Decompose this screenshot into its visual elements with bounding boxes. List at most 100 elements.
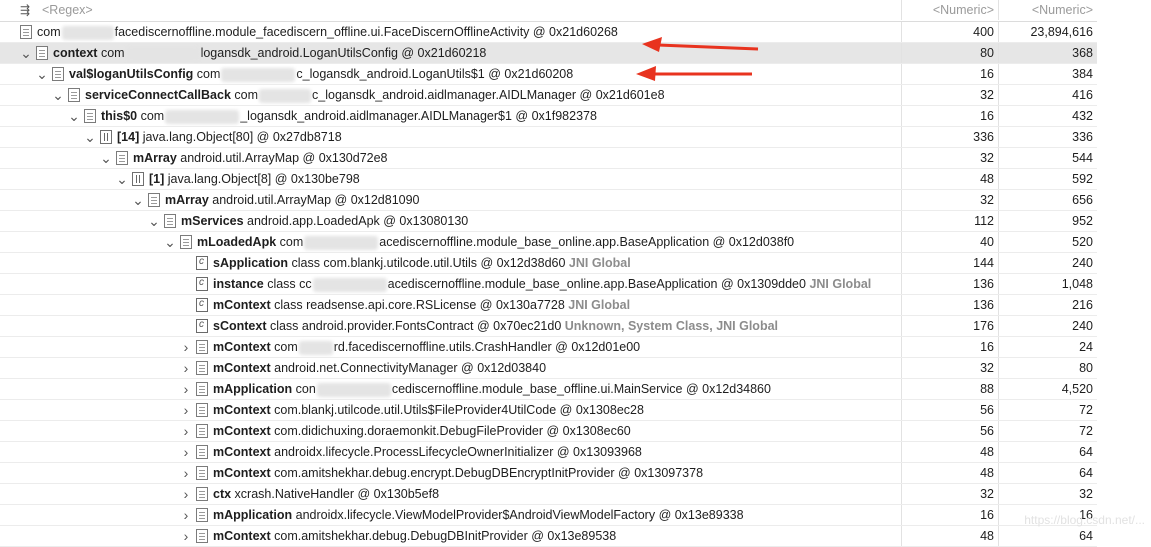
gc-root-label: JNI Global bbox=[564, 298, 631, 312]
table-row[interactable]: › ctx xcrash.NativeHandler @ 0x130b5ef8 32… bbox=[0, 484, 1097, 505]
shallow-heap-cell: 48 bbox=[901, 526, 998, 546]
expand-toggle-closed-icon[interactable]: › bbox=[180, 505, 192, 525]
shallow-heap-cell: 112 bbox=[901, 211, 998, 231]
shallow-heap-column-header[interactable]: <Numeric> bbox=[901, 0, 998, 20]
expand-toggle-closed-icon[interactable]: › bbox=[180, 442, 192, 462]
gc-root-label: JNI Global bbox=[805, 277, 872, 291]
retained-heap-column-header[interactable]: <Numeric> bbox=[998, 0, 1097, 20]
tree-cell: com facediscernoffline.module_facediscern… bbox=[0, 22, 901, 42]
object-label: instance class cc acediscernoffline.modul… bbox=[213, 274, 871, 294]
regex-filter-input[interactable]: <Regex> bbox=[42, 0, 93, 20]
tree-cell: › mContext com rd.facediscernoffline.utils… bbox=[0, 337, 901, 357]
expand-toggle-open-icon[interactable]: ⌄ bbox=[36, 64, 48, 84]
shallow-heap-cell: 32 bbox=[901, 85, 998, 105]
field-name: context bbox=[53, 46, 101, 60]
table-row[interactable]: ⌄ mLoadedApk com acediscernoffline.module_… bbox=[0, 232, 1097, 253]
table-row[interactable]: instance class cc acediscernoffline.modul… bbox=[0, 274, 1097, 295]
field-name: mContext bbox=[213, 298, 275, 312]
expand-toggle-closed-icon[interactable]: › bbox=[180, 421, 192, 441]
shallow-heap-cell: 136 bbox=[901, 295, 998, 315]
redacted-text bbox=[221, 67, 296, 82]
table-row[interactable]: ⌄ serviceConnectCallBack com c_logansdk_an… bbox=[0, 85, 1097, 106]
field-name: val$loganUtilsConfig bbox=[69, 67, 197, 81]
shallow-heap-cell: 400 bbox=[901, 22, 998, 42]
table-row[interactable]: ⌄ [14] java.lang.Object[80] @ 0x27db8718 3… bbox=[0, 127, 1097, 148]
field-name: serviceConnectCallBack bbox=[85, 88, 235, 102]
table-row[interactable]: ⌄ mArray android.util.ArrayMap @ 0x130d72… bbox=[0, 148, 1097, 169]
expand-toggle-open-icon[interactable]: ⌄ bbox=[20, 43, 32, 63]
object-type: com.didichuxing.doraemonkit.DebugFilePro… bbox=[274, 424, 631, 438]
expand-toggle-open-icon[interactable]: ⌄ bbox=[52, 85, 64, 105]
table-row[interactable]: ⌄ val$loganUtilsConfig com c_logansdk_andr… bbox=[0, 64, 1097, 85]
field-name: mArray bbox=[165, 193, 213, 207]
expand-toggle-open-icon[interactable]: ⌄ bbox=[148, 211, 160, 231]
table-row[interactable]: › mContext com.amitshekhar.debug.encrypt.… bbox=[0, 463, 1097, 484]
table-row[interactable]: sContext class android.provider.FontsCon… bbox=[0, 316, 1097, 337]
object-type: com bbox=[37, 25, 61, 39]
expand-toggle-open-icon[interactable]: ⌄ bbox=[116, 169, 128, 189]
retained-heap-cell: 72 bbox=[998, 400, 1097, 420]
tree-cell: ⌄ mArray android.util.ArrayMap @ 0x130d72… bbox=[0, 148, 901, 168]
object-type: xcrash.NativeHandler @ 0x130b5ef8 bbox=[234, 487, 440, 501]
object-type-suffix: rd.facediscernoffline.utils.CrashHandler… bbox=[333, 340, 641, 354]
table-row[interactable]: › mContext com rd.facediscernoffline.utils… bbox=[0, 337, 1097, 358]
tree-cell: ⌄ mLoadedApk com acediscernoffline.module_… bbox=[0, 232, 901, 252]
table-row[interactable]: ⌄ this$0 com _logansdk_android.aidlmanager… bbox=[0, 106, 1097, 127]
expand-toggle-closed-icon[interactable]: › bbox=[180, 358, 192, 378]
expand-toggle-open-icon[interactable]: ⌄ bbox=[68, 106, 80, 126]
object-type: android.net.ConnectivityManager @ 0x12d0… bbox=[274, 361, 547, 375]
shallow-heap-cell: 80 bbox=[901, 43, 998, 63]
expand-toggle-open-icon[interactable]: ⌄ bbox=[84, 127, 96, 147]
instance-object-icon bbox=[164, 214, 176, 228]
object-type-suffix: acediscernoffline.module_base_online.app… bbox=[379, 235, 795, 249]
table-row[interactable]: › mContext com.blankj.utilcode.util.Utils… bbox=[0, 400, 1097, 421]
instance-object-icon bbox=[196, 361, 208, 375]
object-type: com bbox=[234, 88, 259, 102]
table-row[interactable]: › mApplication androidx.lifecycle.ViewMod… bbox=[0, 505, 1097, 526]
table-row[interactable]: ⌄ mServices android.app.LoadedApk @ 0x130… bbox=[0, 211, 1097, 232]
table-row[interactable]: › mContext androidx.lifecycle.ProcessLife… bbox=[0, 442, 1097, 463]
tree-cell: › mContext android.net.ConnectivityManage… bbox=[0, 358, 901, 378]
expand-toggle-open-icon[interactable]: ⌄ bbox=[164, 232, 176, 252]
object-type: com bbox=[100, 46, 125, 60]
table-row[interactable]: ⌄ context com logansdk_android.LoganUtilsC… bbox=[0, 43, 1097, 64]
expand-toggle-closed-icon[interactable]: › bbox=[180, 463, 192, 483]
expand-toggle-closed-icon[interactable]: › bbox=[180, 526, 192, 546]
expand-toggle-closed-icon[interactable]: › bbox=[180, 484, 192, 504]
filter-icon: ⇶ bbox=[20, 3, 31, 17]
object-label: mLoadedApk com acediscernoffline.module_b… bbox=[197, 232, 794, 252]
expand-toggle-closed-icon[interactable]: › bbox=[180, 379, 192, 399]
tree-cell: ⌄ context com logansdk_android.LoganUtilsC… bbox=[0, 43, 901, 63]
object-type: android.app.LoadedApk @ 0x13080130 bbox=[247, 214, 469, 228]
expand-toggle-open-icon[interactable]: ⌄ bbox=[100, 148, 112, 168]
expand-toggle-closed-icon[interactable]: › bbox=[180, 337, 192, 357]
shallow-heap-cell: 48 bbox=[901, 442, 998, 462]
table-row[interactable]: sApplication class com.blankj.utilcode.u… bbox=[0, 253, 1097, 274]
heap-tree-table: ⇶ <Regex> <Numeric> <Numeric> com facedis… bbox=[0, 0, 1097, 547]
instance-object-icon bbox=[36, 46, 48, 60]
shallow-heap-cell: 16 bbox=[901, 337, 998, 357]
table-row[interactable]: › mContext android.net.ConnectivityManage… bbox=[0, 358, 1097, 379]
retained-heap-cell: 72 bbox=[998, 421, 1097, 441]
expand-toggle-closed-icon[interactable]: › bbox=[180, 400, 192, 420]
instance-object-icon bbox=[20, 25, 32, 39]
retained-heap-cell: 216 bbox=[998, 295, 1097, 315]
shallow-heap-cell: 32 bbox=[901, 190, 998, 210]
table-row[interactable]: › mContext com.amitshekhar.debug.DebugDBI… bbox=[0, 526, 1097, 547]
class-object-icon bbox=[196, 277, 208, 291]
object-type: android.util.ArrayMap @ 0x12d81090 bbox=[212, 193, 420, 207]
table-row[interactable]: › mApplication con cediscernoffline.module… bbox=[0, 379, 1097, 400]
tree-cell: sApplication class com.blankj.utilcode.u… bbox=[0, 253, 901, 273]
table-row[interactable]: ⌄ mArray android.util.ArrayMap @ 0x12d810… bbox=[0, 190, 1097, 211]
class-name-column-header[interactable]: ⇶ <Regex> bbox=[0, 0, 901, 20]
field-name: mContext bbox=[213, 466, 275, 480]
tree-cell: ⌄ val$loganUtilsConfig com c_logansdk_andr… bbox=[0, 64, 901, 84]
retained-heap-cell: 336 bbox=[998, 127, 1097, 147]
table-row[interactable]: mContext class readsense.api.core.RSLice… bbox=[0, 295, 1097, 316]
table-row[interactable]: com facediscernoffline.module_facediscern… bbox=[0, 22, 1097, 43]
object-label: com facediscernoffline.module_facediscern… bbox=[37, 22, 618, 42]
table-row[interactable]: › mContext com.didichuxing.doraemonkit.De… bbox=[0, 421, 1097, 442]
table-row[interactable]: ⌄ [1] java.lang.Object[8] @ 0x130be798 48 5… bbox=[0, 169, 1097, 190]
object-type: android.util.ArrayMap @ 0x130d72e8 bbox=[180, 151, 388, 165]
expand-toggle-open-icon[interactable]: ⌄ bbox=[132, 190, 144, 210]
